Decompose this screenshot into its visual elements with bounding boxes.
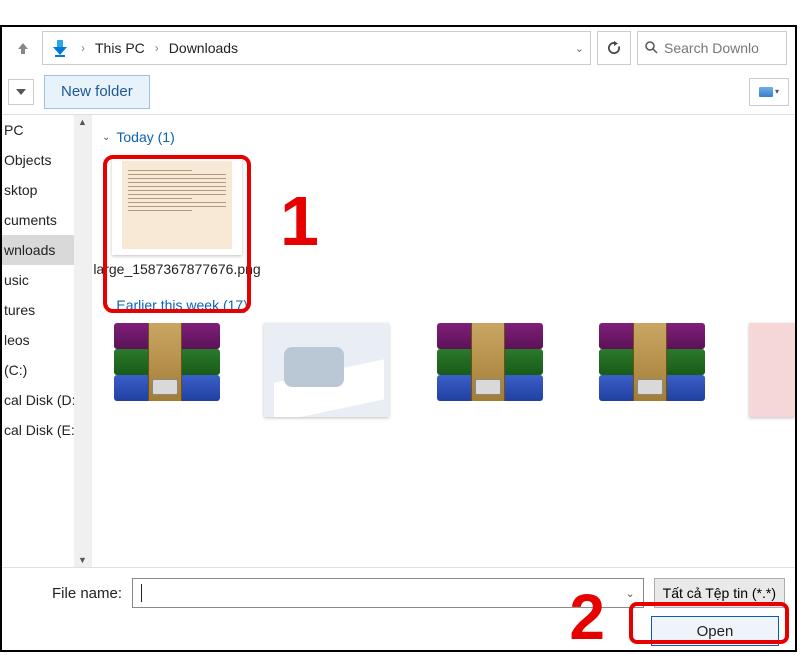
dialog-body: PC Objects sktop cuments wnloads usic tu… [2, 115, 795, 567]
nav-sidebar: PC Objects sktop cuments wnloads usic tu… [2, 115, 92, 567]
chevron-down-icon: ⌄ [102, 132, 110, 143]
file-item-archive[interactable] [587, 323, 713, 417]
sidebar-scrollbar[interactable]: ▲ ▼ [74, 115, 91, 567]
filename-input[interactable]: ⌄ [132, 578, 644, 608]
breadcrumb-dropdown[interactable]: ⌄ [575, 42, 584, 55]
file-item-archive[interactable] [425, 323, 551, 417]
up-button[interactable] [10, 35, 36, 61]
search-placeholder: Search Downlo [664, 40, 759, 56]
annotation-box-2 [629, 602, 789, 644]
new-folder-button[interactable]: New folder [44, 75, 150, 109]
dialog-footer: File name: ⌄ Tất cả Tệp tin (*.*) Open 2 [2, 567, 795, 645]
breadcrumb-box[interactable]: › This PC › Downloads ⌄ [42, 31, 591, 65]
annotation-number-2: 2 [569, 580, 605, 654]
search-icon [644, 40, 658, 57]
breadcrumb-folder[interactable]: Downloads [169, 40, 238, 56]
organize-dropdown[interactable] [8, 79, 34, 105]
scroll-up-icon: ▲ [78, 117, 87, 127]
file-list: ⌄ Today (1) large_1587367877676.png [92, 115, 795, 567]
file-open-dialog: › This PC › Downloads ⌄ Search Downlo Ne… [0, 25, 797, 652]
file-item-image[interactable] [264, 323, 390, 417]
scroll-down-icon: ▼ [78, 555, 87, 565]
chevron-right-icon: › [79, 41, 87, 55]
file-item-archive[interactable] [102, 323, 228, 417]
breadcrumb-root[interactable]: This PC [95, 40, 145, 56]
search-input[interactable]: Search Downlo [637, 31, 787, 65]
refresh-button[interactable] [597, 31, 631, 65]
file-item[interactable]: large_1587367877676.png [102, 155, 252, 279]
chevron-down-icon: ▾ [775, 87, 779, 96]
thumbnail-icon [759, 87, 773, 97]
text-cursor [141, 584, 142, 602]
chevron-down-icon[interactable]: ⌄ [625, 587, 634, 600]
view-mode-button[interactable]: ▾ [749, 78, 789, 106]
annotation-box-1 [103, 155, 251, 313]
file-item-image[interactable] [749, 323, 795, 417]
downloads-folder-icon [49, 39, 71, 57]
group-today[interactable]: ⌄ Today (1) [102, 129, 795, 145]
filename-label: File name: [52, 585, 122, 602]
chevron-right-icon: › [153, 41, 161, 55]
annotation-number-1: 1 [280, 181, 319, 261]
toolbar: New folder ▾ [2, 69, 795, 115]
address-bar: › This PC › Downloads ⌄ Search Downlo [2, 27, 795, 69]
